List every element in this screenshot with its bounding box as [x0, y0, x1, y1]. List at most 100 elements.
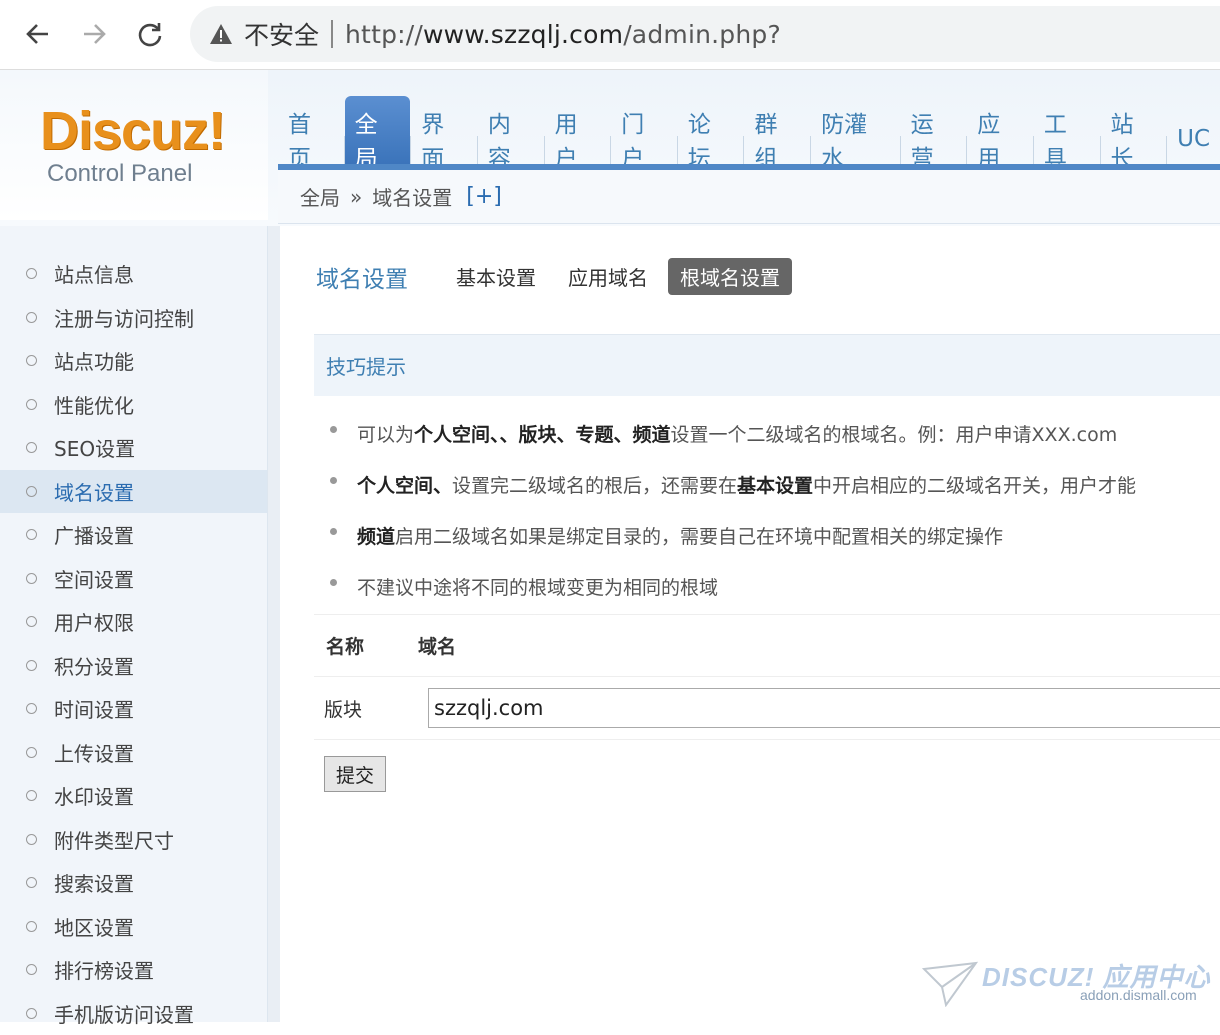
nav-item-label: 界面	[421, 105, 467, 173]
sidebar-item-label: 附件类型尺寸	[54, 825, 174, 854]
sidebar-item-label: 时间设置	[54, 694, 134, 723]
breadcrumb-arrow: »	[350, 185, 362, 209]
tip-item: 可以为个人空间、、版块、专题、频道设置一个二级域名的根域名。例：用户申请XXX.…	[330, 408, 1220, 459]
circle-bullet-icon	[26, 834, 37, 845]
watermark-url: addon.dismall.com	[1080, 987, 1197, 1003]
nav-item-label: 内容	[488, 105, 534, 173]
sidebar-item-label: 域名设置	[54, 477, 134, 506]
sidebar-item[interactable]: 注册与访问控制	[0, 296, 267, 340]
sidebar-item-label: 用户权限	[54, 607, 134, 636]
circle-bullet-icon	[26, 703, 37, 714]
tips-heading: 技巧提示	[314, 334, 1220, 396]
sidebar-item[interactable]: 附件类型尺寸	[0, 818, 267, 862]
circle-bullet-icon	[26, 442, 37, 453]
circle-bullet-icon	[26, 877, 37, 888]
top-navigation: 首页全局界面内容用户门户论坛群组防灌水运营应用工具站长 UC	[278, 96, 1220, 166]
sidebar-item[interactable]: 时间设置	[0, 687, 267, 731]
sidebar-item-label: 排行榜设置	[54, 955, 154, 984]
address-bar[interactable]: 不安全 http://www.szzqlj.com/admin.php?	[190, 6, 1220, 62]
nav-item[interactable]: 站长	[1101, 96, 1167, 166]
bullet-icon	[330, 426, 337, 433]
sub-navigation: 域名设置 基本设置 应用域名 根域名设置	[316, 258, 824, 295]
reload-button[interactable]	[130, 14, 170, 54]
bullet-icon	[330, 579, 337, 586]
sidebar-item[interactable]: 广播设置	[0, 513, 267, 557]
sidebar-item[interactable]: 站点功能	[0, 339, 267, 383]
col-name-header: 名称	[314, 632, 418, 659]
nav-item[interactable]: 内容	[478, 96, 544, 166]
url-text[interactable]: http://www.szzqlj.com/admin.php?	[345, 20, 781, 49]
circle-bullet-icon	[26, 573, 37, 584]
nav-item[interactable]: 全局	[345, 96, 411, 166]
nav-item[interactable]: UC	[1167, 96, 1220, 166]
nav-item[interactable]: 门户	[611, 96, 677, 166]
domain-input[interactable]	[428, 688, 1220, 728]
nav-item[interactable]: 首页	[278, 96, 344, 166]
nav-item-label: 门户	[621, 105, 667, 173]
tab-basic-settings[interactable]: 基本设置	[456, 262, 536, 291]
discuz-logo[interactable]: Discuz! Control Panel	[0, 70, 268, 220]
nav-item[interactable]: 群组	[744, 96, 810, 166]
sidebar-item-label: 手机版访问设置	[54, 999, 194, 1028]
circle-bullet-icon	[26, 790, 37, 801]
nav-item[interactable]: 工具	[1034, 96, 1100, 166]
tip-item: 个人空间、设置完二级域名的根后，还需要在基本设置中开启相应的二级域名开关，用户才…	[330, 459, 1220, 510]
sidebar-item[interactable]: 站点信息	[0, 252, 267, 296]
circle-bullet-icon	[26, 660, 37, 671]
circle-bullet-icon	[26, 486, 37, 497]
nav-item[interactable]: 论坛	[678, 96, 744, 166]
nav-item-label: 站长	[1111, 105, 1157, 173]
nav-item-label: UC	[1177, 126, 1210, 152]
nav-item-label: 首页	[288, 105, 334, 173]
sidebar-gutter	[268, 226, 280, 1022]
sidebar-item[interactable]: 水印设置	[0, 774, 267, 818]
nav-item-label: 用户	[555, 105, 601, 173]
sidebar-item[interactable]: 上传设置	[0, 731, 267, 775]
sidebar-item[interactable]: 性能优化	[0, 383, 267, 427]
nav-item[interactable]: 应用	[967, 96, 1033, 166]
tab-root-domain[interactable]: 根域名设置	[668, 258, 792, 295]
nav-item[interactable]: 防灌水	[811, 96, 899, 166]
circle-bullet-icon	[26, 747, 37, 758]
nav-item[interactable]: 用户	[545, 96, 611, 166]
section-title: 域名设置	[316, 260, 408, 294]
back-button[interactable]	[18, 14, 58, 54]
add-shortcut-button[interactable]: [+]	[466, 184, 502, 209]
submit-button[interactable]: 提交	[324, 756, 386, 792]
watermark: DISCUZ! 应用中心 addon.dismall.com	[922, 955, 1212, 1015]
sidebar-item-label: 水印设置	[54, 781, 134, 810]
nav-item[interactable]: 界面	[411, 96, 477, 166]
tips-list: 可以为个人空间、、版块、专题、频道设置一个二级域名的根域名。例：用户申请XXX.…	[330, 408, 1220, 612]
sidebar-item-label: 广播设置	[54, 520, 134, 549]
sidebar-item[interactable]: 积分设置	[0, 644, 267, 688]
sidebar-item[interactable]: 空间设置	[0, 557, 267, 601]
tab-app-domain[interactable]: 应用域名	[568, 262, 648, 291]
sidebar-item[interactable]: 搜索设置	[0, 861, 267, 905]
sidebar-item[interactable]: 排行榜设置	[0, 948, 267, 992]
nav-item-label: 防灌水	[821, 105, 889, 173]
sidebar-item[interactable]: 域名设置	[0, 470, 267, 514]
nav-item[interactable]: 运营	[901, 96, 967, 166]
col-domain-header: 域名	[418, 632, 456, 659]
forward-button[interactable]	[74, 14, 114, 54]
logo-subtitle: Control Panel	[47, 160, 192, 188]
circle-bullet-icon	[26, 312, 37, 323]
sidebar-item-label: SEO设置	[54, 433, 135, 462]
sidebar-item[interactable]: 用户权限	[0, 600, 267, 644]
sidebar-item[interactable]: 地区设置	[0, 905, 267, 949]
paper-plane-icon	[922, 961, 978, 1007]
circle-bullet-icon	[26, 921, 37, 932]
tip-item: 频道启用二级域名如果是绑定目录的，需要自己在环境中配置相关的绑定操作	[330, 510, 1220, 561]
sidebar-item[interactable]: SEO设置	[0, 426, 267, 470]
back-arrow-icon	[24, 20, 52, 48]
bullet-icon	[330, 528, 337, 535]
main-content: 域名设置 基本设置 应用域名 根域名设置 技巧提示 可以为个人空间、、版块、专题…	[280, 226, 1220, 1022]
warning-icon[interactable]	[208, 21, 234, 47]
nav-item-label: 论坛	[688, 105, 734, 173]
table-header: 名称 域名	[314, 614, 1220, 676]
breadcrumb-root[interactable]: 全局	[300, 182, 340, 211]
sidebar-item[interactable]: 手机版访问设置	[0, 992, 267, 1035]
circle-bullet-icon	[26, 1008, 37, 1019]
browser-toolbar: 不安全 http://www.szzqlj.com/admin.php?	[0, 0, 1220, 70]
admin-header: Discuz! Control Panel 首页全局界面内容用户门户论坛群组防灌…	[0, 70, 1220, 226]
